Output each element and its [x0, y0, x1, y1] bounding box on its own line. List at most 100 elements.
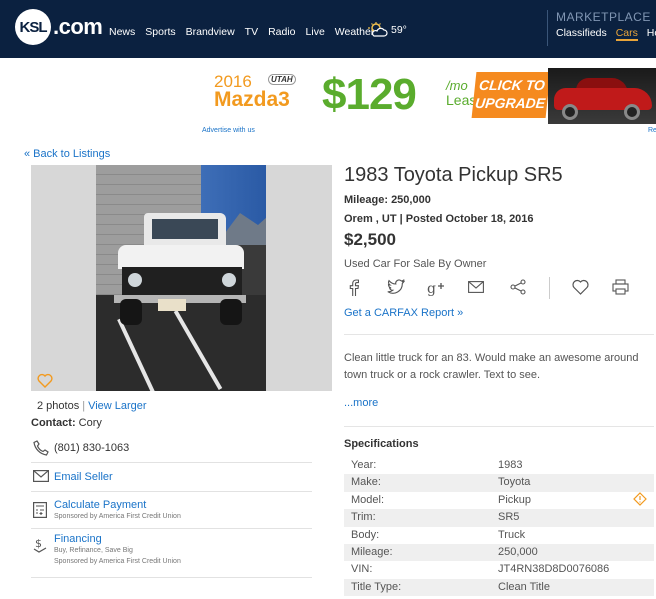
spec-row: Trim: SR5: [344, 509, 654, 527]
advertise-link[interactable]: Advertise with us: [202, 127, 255, 134]
listing-description: Clean little truck for an 83. Would make…: [344, 352, 639, 381]
spec-row: Body: Truck: [344, 527, 654, 544]
email-row[interactable]: Email Seller: [31, 463, 312, 492]
info-warning-icon[interactable]: [633, 492, 647, 506]
marketplace-title: MARKETPLACE: [556, 10, 651, 24]
contact-label: Contact:: [31, 417, 76, 429]
back-to-listings-link[interactable]: « Back to Listings: [24, 148, 110, 160]
spec-key: Mileage:: [351, 545, 393, 558]
spec-value: 1983: [498, 459, 523, 471]
financing-tagline: Buy, Refinance, Save Big: [54, 547, 133, 554]
ad-badge: UTAH: [268, 74, 296, 85]
spec-value: SR5: [498, 511, 520, 524]
spec-value: Clean Title: [498, 580, 550, 593]
photos-info: 2 photos | View Larger: [37, 400, 147, 412]
carfax-report-link[interactable]: Get a CARFAX Report »: [344, 307, 463, 319]
listing-location-date: Orem , UT | Posted October 18, 2016: [344, 213, 534, 225]
view-larger-link[interactable]: View Larger: [88, 400, 147, 412]
calculate-payment-sponsor: Sponsored by America First Credit Union: [54, 513, 181, 520]
ad-price: $129: [322, 70, 417, 119]
svg-text:g: g: [427, 281, 436, 297]
spec-key: Model:: [351, 493, 385, 506]
ad-per: /mo: [446, 78, 468, 93]
sale-type: Used Car For Sale By Owner: [344, 258, 487, 270]
spec-row: VIN: JT4RN38D8D0076086: [344, 561, 654, 578]
ad-cta-line1: CLICK TO: [478, 77, 546, 93]
spec-row: Mileage: 250,000: [344, 543, 654, 562]
listing-title: 1983 Toyota Pickup SR5: [344, 164, 563, 186]
spec-key: Trim:: [351, 511, 376, 524]
contact-line: Contact: Cory: [31, 417, 102, 429]
spec-value: Truck: [498, 528, 526, 541]
nav-radio[interactable]: Radio: [268, 26, 295, 38]
print-icon[interactable]: [612, 279, 629, 295]
divider: [344, 426, 654, 427]
email-icon: [33, 470, 49, 482]
phone-number[interactable]: (801) 830-1063: [54, 442, 129, 454]
ad-car-image: [548, 68, 656, 124]
spec-row: Model: Pickup: [344, 492, 654, 509]
divider: [344, 334, 654, 335]
google-plus-icon[interactable]: g: [427, 279, 445, 297]
share-divider: [549, 277, 550, 299]
email-seller-link[interactable]: Email Seller: [54, 471, 113, 483]
specifications-heading: Specifications: [344, 438, 419, 450]
spec-value: JT4RN38D8D0076086: [498, 563, 610, 576]
share-toolbar: g: [344, 277, 654, 301]
email-share-icon[interactable]: [468, 281, 484, 293]
nav-live[interactable]: Live: [306, 26, 325, 38]
photo-count: 2 photos: [37, 400, 80, 412]
financing-sponsor: Sponsored by America First Credit Union: [54, 558, 181, 565]
marketplace-cars-link[interactable]: Cars: [615, 27, 638, 41]
ad-banner[interactable]: 2016 UTAH Mazda3 $129 /mo Lease CLICK TO…: [200, 66, 656, 128]
listing-mileage: Mileage: 250,000: [344, 194, 431, 206]
top-navigation-bar: KSL .com News Sports Brandview TV Radio …: [0, 0, 656, 58]
listing-price: $2,500: [344, 230, 396, 249]
main-nav: News Sports Brandview TV Radio Live Weat…: [109, 26, 384, 38]
weather-widget[interactable]: 59°: [368, 22, 407, 38]
nav-news[interactable]: News: [109, 26, 135, 38]
logo-mark: KSL: [15, 9, 51, 45]
ksl-logo[interactable]: KSL .com: [15, 9, 103, 45]
logo-text: .com: [53, 14, 103, 39]
nav-sports[interactable]: Sports: [145, 26, 175, 38]
calculator-icon: [33, 502, 47, 518]
truck-image: [96, 165, 266, 391]
nav-brandview[interactable]: Brandview: [186, 26, 235, 38]
twitter-icon[interactable]: [387, 279, 405, 295]
spec-key: Body:: [351, 528, 380, 541]
facebook-icon[interactable]: [349, 279, 359, 297]
favorite-icon[interactable]: [572, 279, 589, 295]
spec-key: Year:: [351, 459, 377, 471]
financing-row[interactable]: $ Financing Buy, Refinance, Save Big Spo…: [31, 529, 312, 578]
spec-key: VIN:: [351, 563, 373, 576]
calculate-payment-link[interactable]: Calculate Payment: [54, 499, 146, 511]
partly-cloudy-icon: [368, 22, 388, 37]
ad-right-link[interactable]: Re: [648, 127, 656, 134]
ad-cta-button[interactable]: CLICK TO UPGRADE: [471, 72, 551, 118]
share-icon[interactable]: [510, 279, 526, 295]
spec-value: Pickup: [498, 493, 532, 506]
spec-value: 250,000: [498, 545, 538, 558]
marketplace-classifieds-link[interactable]: Classifieds: [556, 27, 607, 39]
phone-icon: [33, 440, 49, 456]
spec-row: Title Type: Clean Title: [344, 578, 654, 597]
marketplace-menu: MARKETPLACE Classifieds Cars Hom: [547, 10, 656, 46]
phone-row[interactable]: (801) 830-1063: [31, 434, 312, 463]
listing-photo[interactable]: [31, 165, 332, 391]
ad-cta-line2: UPGRADE: [474, 95, 546, 111]
contact-name: Cory: [78, 417, 102, 429]
read-more-link[interactable]: ...more: [344, 397, 378, 409]
favorite-heart-icon[interactable]: [37, 373, 53, 388]
nav-tv[interactable]: TV: [245, 26, 258, 38]
financing-link[interactable]: Financing: [54, 533, 102, 545]
dollar-hand-icon: $: [33, 537, 47, 553]
spec-key: Title Type:: [351, 580, 402, 593]
specifications-table: Year: 1983 Make: Toyota Model: Pickup Trim:…: [344, 457, 654, 597]
calculate-payment-row[interactable]: Calculate Payment Sponsored by America F…: [31, 492, 312, 529]
ad-model: Mazda3: [214, 88, 290, 111]
spec-value: Toyota: [498, 476, 531, 489]
spec-key: Make:: [351, 476, 381, 489]
weather-temp: 59°: [391, 24, 407, 36]
marketplace-homes-link[interactable]: Hom: [647, 27, 656, 39]
